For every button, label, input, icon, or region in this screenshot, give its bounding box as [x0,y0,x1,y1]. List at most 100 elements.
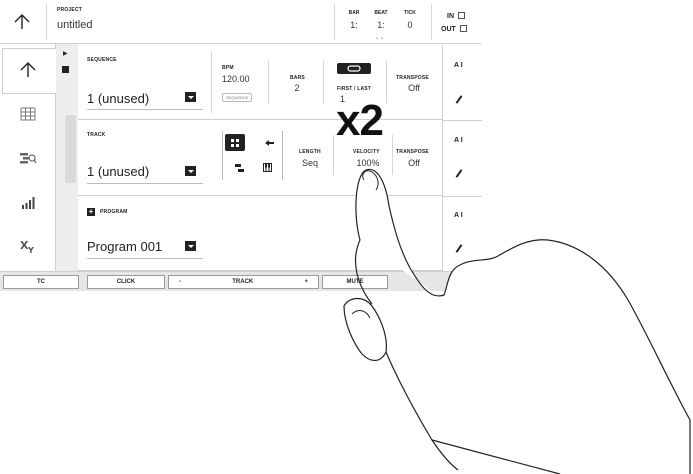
track-prev-label[interactable]: - [179,279,181,285]
divider [443,196,482,197]
track-transpose-value[interactable]: Off [396,158,432,168]
panel-divider [323,61,324,103]
click-button[interactable]: CLICK [87,275,165,289]
velocity-value[interactable]: 100% [348,158,388,168]
in-label: IN [447,13,454,20]
track-type-selector [222,131,283,180]
divider [443,120,482,121]
program-title: PROGRAM [100,209,128,215]
header-bar: PROJECT untitled BAR 1: BEAT 1: TICK 0 •… [0,0,481,44]
out-toggle[interactable]: OUT [441,25,467,33]
program-dropdown-button[interactable] [185,241,196,251]
track-next-label[interactable]: + [304,279,308,285]
velocity-label: VELOCITY [353,149,380,155]
header-divider [334,4,335,40]
program-select-value[interactable]: Program 001 [87,239,162,254]
panel-divider [211,51,212,113]
header-divider [431,4,432,40]
tick-label: TICK [404,10,416,16]
edit-sequence-pencil-icon[interactable] [455,95,463,104]
bar-value[interactable]: 1: [342,20,366,30]
in-toggle[interactable]: IN [447,12,465,20]
edit-program-pencil-icon[interactable] [455,244,463,253]
sequence-title: SEQUENCE [87,57,117,63]
wrist-line [431,439,561,474]
sequence-transpose-label: TRANSPOSE [396,75,429,81]
track-nav-button[interactable]: - TRACK + [168,275,319,289]
edit-track-pencil-icon[interactable] [455,169,463,178]
drum-pads-icon [231,138,239,147]
double-tap-label: x2 [336,96,384,145]
piano-mode-button[interactable] [257,159,277,176]
add-program-icon[interactable]: + [87,208,95,216]
panel-divider [333,135,334,175]
track-mixer-icon [20,153,37,164]
rename-track-icon[interactable]: A I [454,137,463,144]
rename-program-icon[interactable]: A I [454,212,463,219]
home-button[interactable] [6,8,38,36]
sequence-transpose-value[interactable]: Off [396,83,432,93]
in-checkbox[interactable] [458,12,465,19]
bars-label: BARS [290,75,305,81]
sequence-select-value[interactable]: 1 (unused) [87,91,149,106]
beat-value[interactable]: 1: [369,20,393,30]
project-label: PROJECT [57,7,83,13]
page-indicator: • • [376,36,384,42]
drum-mode-button[interactable] [225,134,245,151]
left-sidebar: X Y [0,44,56,271]
sequence-panel: SEQUENCE 1 (unused) BPM 120.00 SEQUENCE … [78,45,442,120]
out-label: OUT [441,26,456,33]
sidebar-item-xy[interactable]: X Y [0,226,56,266]
right-tools-column: A I A I A I [442,45,482,271]
svg-text:Y: Y [27,246,34,254]
tc-button[interactable]: TC [3,275,79,289]
keygroup-mode-button[interactable] [259,134,279,151]
track-dropdown-button[interactable] [185,166,196,176]
track-underline [87,183,203,184]
sequence-dropdown-button[interactable] [185,92,196,102]
bars-value[interactable]: 2 [288,83,306,93]
sidebar-item-main[interactable] [0,50,56,90]
bar-label: BAR [348,10,360,16]
track-nav-label: TRACK [232,279,254,285]
bpm-value[interactable]: 120.00 [222,74,250,84]
palm-edge-line [385,351,459,471]
bottom-function-bar: TC CLICK - TRACK + MUTE [0,271,481,291]
tick-value[interactable]: 0 [398,20,422,30]
panel-divider [386,61,387,103]
play-icon[interactable]: ▶ [63,50,68,57]
loop-icon [347,65,361,72]
rename-sequence-icon[interactable]: A I [454,62,463,69]
out-checkbox[interactable] [459,25,467,32]
header-divider [46,4,47,40]
clip-mode-button[interactable] [229,159,249,176]
grid-icon [20,107,36,121]
arrow-left-icon [264,139,274,146]
scrollbar-thumb[interactable] [65,115,76,183]
length-label: LENGTH [299,149,321,155]
level-bars-icon [22,196,35,209]
sequence-underline [87,109,203,110]
panel-divider [392,135,393,175]
track-select-value[interactable]: 1 (unused) [87,164,149,179]
xy-icon: X Y [20,239,34,254]
track-title: TRACK [87,132,106,138]
sidebar-item-grid[interactable] [0,94,56,134]
bpm-label: BPM [222,65,234,71]
loop-button[interactable] [337,63,371,74]
panel-divider [268,61,269,103]
program-underline [87,258,203,259]
sidebar-item-track-mixer[interactable] [0,138,56,178]
thumb-outline [343,297,387,362]
mpc-main-screen: PROJECT untitled BAR 1: BEAT 1: TICK 0 •… [0,0,482,291]
mute-button[interactable]: MUTE [322,275,388,289]
thumb-nail-line [351,310,371,319]
stop-icon[interactable] [62,66,69,73]
bpm-sequence-button[interactable]: SEQUENCE [222,93,253,102]
piano-keys-icon [262,163,272,172]
sidebar-item-levels[interactable] [0,182,56,222]
track-transpose-label: TRANSPOSE [396,149,429,155]
beat-label: BEAT [374,10,388,16]
project-name[interactable]: untitled [57,19,92,31]
length-value[interactable]: Seq [296,158,324,168]
